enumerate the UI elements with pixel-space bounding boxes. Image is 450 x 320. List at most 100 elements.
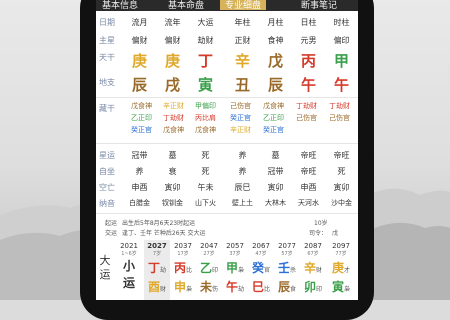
header-col: 流月 xyxy=(131,18,148,27)
star-fortune-label: 星运 xyxy=(99,151,115,160)
luck-column[interactable]: 2037 17岁 丙比 申枭 xyxy=(170,242,196,295)
hidden-stem-item: 戊食神 xyxy=(263,102,284,110)
main-star-cell: 偏印 xyxy=(333,36,350,45)
hidden-stem-item: 乙正印 xyxy=(131,114,152,122)
luck-column[interactable]: 2097 77岁 庚才 寅枭 xyxy=(326,242,356,295)
luck-column[interactable]: 2077 57岁 壬杀 辰食 xyxy=(274,242,300,295)
nayin-cell: 天河水 xyxy=(298,199,319,207)
hidden-stem-item: 乙正印 xyxy=(263,114,284,122)
luck-age: 27岁 xyxy=(203,251,215,257)
hidden-stem-item: 己伤官 xyxy=(296,114,317,122)
void-cell: 寅卯 xyxy=(267,183,284,192)
earthly-branch-cell: 辰 xyxy=(267,76,283,94)
header-col: 时柱 xyxy=(333,18,350,27)
luck-stem-god: 杀 xyxy=(290,267,297,274)
hidden-stem-item: 丁劫财 xyxy=(329,102,350,110)
tab-basic-info[interactable]: 基本信息 xyxy=(102,0,138,11)
star-fortune-cell: 墓 xyxy=(271,151,280,160)
luck-branch-god: 劫 xyxy=(238,286,245,293)
luck-age: 47岁 xyxy=(255,251,267,257)
hidden-stem-item: 戊食神 xyxy=(195,126,216,134)
start-luck-label: 起运 xyxy=(104,220,117,227)
main-star-label: 主星 xyxy=(99,36,115,45)
luck-year: 2037 xyxy=(174,242,192,250)
luck-stem: 乙 xyxy=(199,261,212,275)
nayin-cell: 壁上土 xyxy=(232,199,253,207)
hidden-stem-item: 癸正官 xyxy=(263,126,284,134)
void-cell: 申酉 xyxy=(131,183,148,192)
hidden-stem-item: 癸正官 xyxy=(230,114,251,122)
nayin-cell: 山下火 xyxy=(195,199,216,207)
luck-stem: 辛 xyxy=(303,261,316,275)
hidden-stem-item: 丙比肩 xyxy=(195,114,216,122)
tab-pro-chart[interactable]: 专业细盘 xyxy=(220,0,267,11)
luck-stem: 癸 xyxy=(251,261,264,275)
header-col: 大运 xyxy=(197,18,214,27)
heavenly-stem-label: 天干 xyxy=(99,53,115,62)
void-cell: 寅卯 xyxy=(333,183,350,192)
star-fortune-cell: 养 xyxy=(238,151,247,160)
luck-age: 17岁 xyxy=(177,251,189,257)
star-fortune-cell: 冠带 xyxy=(131,151,148,160)
main-star-cell: 食神 xyxy=(267,36,284,45)
void-label: 空亡 xyxy=(99,183,115,192)
void-cell: 辰巳 xyxy=(234,183,251,192)
luck-stem-god: 财 xyxy=(316,267,323,274)
tab-notes[interactable]: 断事笔记 xyxy=(301,0,337,11)
siling-label: 司令： xyxy=(309,230,328,237)
main-star-cell: 正财 xyxy=(234,36,251,45)
luck-column[interactable]: 2057 37岁 甲枭 午劫 xyxy=(222,242,248,295)
luck-age: 77岁 xyxy=(335,251,347,257)
self-seat-cell: 养 xyxy=(135,167,144,176)
luck-branch-god: 比 xyxy=(264,286,271,293)
dayun-label-2: 运 xyxy=(99,268,111,281)
nayin-cell: 白腊金 xyxy=(129,199,150,207)
luck-column[interactable]: 2087 67岁 辛财 卯印 xyxy=(300,242,326,295)
earthly-branch-label: 地支 xyxy=(99,78,115,87)
main-star-cell: 偏财 xyxy=(131,36,148,45)
header-col: 流年 xyxy=(164,18,181,27)
luck-age: 67岁 xyxy=(307,251,319,257)
luck-stem: 甲 xyxy=(225,261,238,275)
luck-column[interactable]: 2021 1~6岁 小 运 xyxy=(114,242,144,291)
heavenly-stem-cell: 庚 xyxy=(164,52,180,70)
luck-branch-god: 食 xyxy=(290,286,297,293)
header-col: 年柱 xyxy=(234,18,251,27)
tab-basic-chart[interactable]: 基本命盘 xyxy=(168,0,204,11)
void-cell: 申酉 xyxy=(300,183,317,192)
earthly-branch-cell: 午 xyxy=(300,76,316,94)
luck-column[interactable]: 2067 47岁 癸官 巳比 xyxy=(248,242,274,295)
hidden-stem-item: 辛正财 xyxy=(163,102,184,110)
heavenly-stem-cell: 丙 xyxy=(300,52,316,70)
main-star-cell: 元男 xyxy=(300,36,317,45)
earthly-branch-cell: 午 xyxy=(333,76,349,94)
self-seat-cell: 养 xyxy=(238,167,247,176)
void-cell: 午未 xyxy=(197,183,214,192)
nayin-label: 纳音 xyxy=(99,199,115,208)
tab-bar: 基本信息 基本命盘 专业细盘 断事笔记 xyxy=(96,0,358,11)
luck-branch: 巳 xyxy=(251,280,264,294)
luck-year: 2077 xyxy=(278,242,296,250)
luck-column[interactable]: 2047 27岁 乙印 未伤 xyxy=(196,242,222,295)
self-seat-label: 自坐 xyxy=(99,167,115,176)
luck-year: 2057 xyxy=(226,242,244,250)
luck-stem-god: 劫 xyxy=(160,267,167,274)
earthly-branch-cell: 寅 xyxy=(197,76,213,94)
luck-year: 2047 xyxy=(200,242,218,250)
luck-branch-god: 印 xyxy=(316,286,323,293)
luck-age: 1~6岁 xyxy=(121,251,137,257)
luck-age: 37岁 xyxy=(229,251,241,257)
luck-stem-god: 枭 xyxy=(238,267,245,274)
void-cell: 寅卯 xyxy=(164,183,181,192)
star-fortune-cell: 死 xyxy=(201,151,210,160)
nayin-cell: 钗钏金 xyxy=(162,199,183,207)
luck-age: 7岁 xyxy=(152,251,162,257)
hidden-stem-item: 丁劫财 xyxy=(296,102,317,110)
start-age: 10岁 xyxy=(314,220,328,227)
luck-branch: 午 xyxy=(225,280,238,294)
luck-branch: 卯 xyxy=(303,280,316,294)
luck-stem: 丙 xyxy=(173,261,186,275)
hidden-stem-item: 己伤官 xyxy=(329,114,350,122)
luck-column[interactable]: 2027 7岁 丁劫 酉财 xyxy=(144,242,170,295)
luck-year: 2067 xyxy=(252,242,270,250)
